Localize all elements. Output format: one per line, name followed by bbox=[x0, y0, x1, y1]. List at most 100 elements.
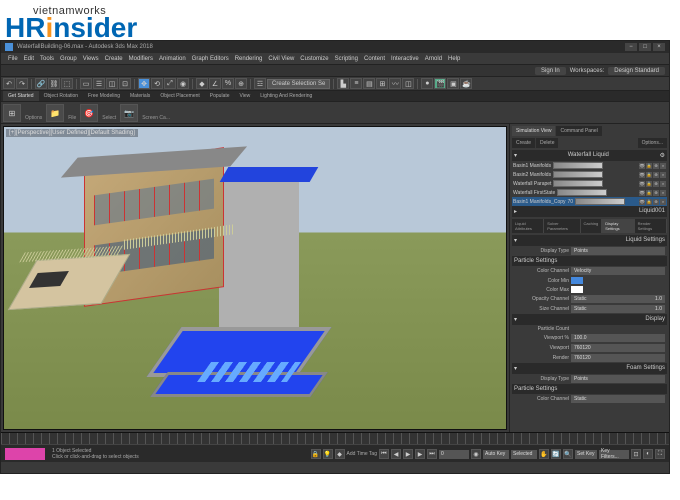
create-button[interactable]: Create bbox=[512, 138, 535, 148]
menu-grapheditors[interactable]: Graph Editors bbox=[189, 53, 232, 64]
add-time-tag[interactable]: Add Time Tag bbox=[347, 451, 377, 457]
menu-customize[interactable]: Customize bbox=[297, 53, 331, 64]
zoom-extents-button[interactable]: ⊡ bbox=[631, 449, 641, 459]
viewport-count-field[interactable]: 760120 bbox=[571, 344, 665, 352]
window-crossing-button[interactable]: ⊡ bbox=[119, 78, 131, 89]
menu-create[interactable]: Create bbox=[102, 53, 126, 64]
percent-snap-button[interactable]: % bbox=[222, 78, 234, 89]
menu-arnold[interactable]: Arnold bbox=[422, 53, 445, 64]
angle-snap-button[interactable]: ∠ bbox=[209, 78, 221, 89]
tab-getstarted[interactable]: Get Started bbox=[3, 91, 39, 101]
menu-animation[interactable]: Animation bbox=[156, 53, 189, 64]
menu-civilview[interactable]: Civil View bbox=[265, 53, 297, 64]
liquid-header[interactable]: ▾Waterfall Liquid⚙ bbox=[512, 150, 667, 161]
ribbon-screencap[interactable]: 📷 bbox=[120, 104, 138, 122]
viewport-pct-field[interactable]: 100.0 bbox=[571, 334, 665, 342]
play-button[interactable]: ▶ bbox=[403, 449, 413, 459]
layers-button[interactable]: ▤ bbox=[363, 78, 375, 89]
selection-set-dropdown[interactable]: Create Selection Se bbox=[267, 79, 330, 89]
options-button[interactable]: Options... bbox=[638, 138, 667, 148]
menu-modifiers[interactable]: Modifiers bbox=[126, 53, 156, 64]
keyfilters-button[interactable]: Key Filters... bbox=[599, 450, 629, 459]
schematic-button[interactable]: ◫ bbox=[402, 78, 414, 89]
tab-objectrotation[interactable]: Object Rotation bbox=[39, 91, 83, 101]
menu-content[interactable]: Content bbox=[361, 53, 388, 64]
setkey-button[interactable]: Set Key bbox=[575, 450, 597, 459]
tab-materials[interactable]: Materials bbox=[125, 91, 155, 101]
placement-button[interactable]: ◉ bbox=[177, 78, 189, 89]
tab-populate[interactable]: Populate bbox=[205, 91, 235, 101]
menu-group[interactable]: Group bbox=[57, 53, 80, 64]
rotate-button[interactable]: ⟲ bbox=[151, 78, 163, 89]
color-channel-dropdown[interactable]: Velocity bbox=[571, 267, 665, 275]
render-frame-button[interactable]: ▣ bbox=[447, 78, 459, 89]
tab-command[interactable]: Command Panel bbox=[556, 126, 601, 136]
close-button[interactable]: × bbox=[653, 43, 665, 51]
ribbon-toggle-button[interactable]: ⊞ bbox=[376, 78, 388, 89]
vis-icon[interactable]: 👁 bbox=[639, 163, 645, 169]
subtab-display[interactable]: Display Settings bbox=[602, 219, 634, 233]
link-button[interactable]: 🔗 bbox=[35, 78, 47, 89]
fov-button[interactable]: ◐ bbox=[643, 449, 653, 459]
display-type-dropdown[interactable]: Points bbox=[571, 247, 665, 255]
menu-rendering[interactable]: Rendering bbox=[232, 53, 266, 64]
menu-help[interactable]: Help bbox=[445, 53, 463, 64]
scale-button[interactable]: ⤢ bbox=[164, 78, 176, 89]
move-button[interactable]: ✥ bbox=[138, 78, 150, 89]
render-setup-button[interactable]: 🎬 bbox=[434, 78, 446, 89]
viewport[interactable]: [+][Perspective][User Defined][Default S… bbox=[3, 126, 507, 430]
undo-button[interactable]: ↶ bbox=[3, 78, 15, 89]
align-button[interactable]: ≡ bbox=[350, 78, 362, 89]
menu-views[interactable]: Views bbox=[80, 53, 102, 64]
subtab-caching[interactable]: Caching bbox=[581, 219, 603, 233]
subtab-liquid[interactable]: Liquid Attributes bbox=[512, 219, 544, 233]
lock-icon[interactable]: 🔒 bbox=[646, 163, 652, 169]
redo-button[interactable]: ↷ bbox=[16, 78, 28, 89]
render-button[interactable]: ☕ bbox=[460, 78, 472, 89]
pan-button[interactable]: ✋ bbox=[539, 449, 549, 459]
menu-interactive[interactable]: Interactive bbox=[388, 53, 422, 64]
isolate-icon[interactable]: 💡 bbox=[323, 449, 333, 459]
color-min-swatch[interactable] bbox=[571, 277, 583, 284]
bind-button[interactable]: ⬚ bbox=[61, 78, 73, 89]
menu-scripting[interactable]: Scripting bbox=[332, 53, 361, 64]
goto-start-button[interactable]: ⏮ bbox=[379, 449, 389, 459]
menu-edit[interactable]: Edit bbox=[21, 53, 37, 64]
goto-end-button[interactable]: ⏭ bbox=[427, 449, 437, 459]
workspace-dropdown[interactable]: Design Standard bbox=[608, 67, 665, 75]
zoom-button[interactable]: 🔍 bbox=[563, 449, 573, 459]
lock-selection-icon[interactable]: 🔒 bbox=[311, 449, 321, 459]
render-count-field[interactable]: 760120 bbox=[571, 354, 665, 362]
subtab-solver[interactable]: Solver Parameters bbox=[544, 219, 580, 233]
foam-color-dropdown[interactable]: Static bbox=[571, 395, 665, 403]
minimize-button[interactable]: − bbox=[625, 43, 637, 51]
snap-toggle-icon[interactable]: ◆ bbox=[335, 449, 345, 459]
select-name-button[interactable]: ☰ bbox=[93, 78, 105, 89]
tab-view[interactable]: View bbox=[235, 91, 256, 101]
selected-dropdown[interactable]: Selected bbox=[511, 450, 537, 459]
snap-button[interactable]: ◆ bbox=[196, 78, 208, 89]
ribbon-options[interactable]: ⊞ bbox=[3, 104, 21, 122]
tab-lighting[interactable]: Lighting And Rendering bbox=[255, 91, 317, 101]
key-mode-button[interactable]: ◉ bbox=[471, 449, 481, 459]
menu-tools[interactable]: Tools bbox=[37, 53, 57, 64]
subtab-render[interactable]: Render Settings bbox=[635, 219, 667, 233]
select-region-button[interactable]: ◫ bbox=[106, 78, 118, 89]
orbit-button[interactable]: 🔄 bbox=[551, 449, 561, 459]
named-sets-button[interactable]: ☲ bbox=[254, 78, 266, 89]
opacity-dropdown[interactable]: Static1.0 bbox=[571, 295, 665, 303]
next-frame-button[interactable]: ▶ bbox=[415, 449, 425, 459]
signin-button[interactable]: Sign In bbox=[535, 67, 566, 75]
unlink-button[interactable]: ⛓ bbox=[48, 78, 60, 89]
foam-display-dropdown[interactable]: Points bbox=[571, 375, 665, 383]
delete-button[interactable]: Delete bbox=[536, 138, 558, 148]
tab-simulation[interactable]: Simulation View bbox=[512, 126, 555, 136]
material-editor-button[interactable]: ● bbox=[421, 78, 433, 89]
viewport-label[interactable]: [+][Perspective][User Defined][Default S… bbox=[6, 129, 138, 137]
select-button[interactable]: ▭ bbox=[80, 78, 92, 89]
maximize-button[interactable]: □ bbox=[639, 43, 651, 51]
tab-objectplacement[interactable]: Object Placement bbox=[155, 91, 204, 101]
menu-file[interactable]: File bbox=[5, 53, 21, 64]
maximize-viewport-button[interactable]: ⛶ bbox=[655, 449, 665, 459]
curve-editor-button[interactable]: 〰 bbox=[389, 78, 401, 89]
